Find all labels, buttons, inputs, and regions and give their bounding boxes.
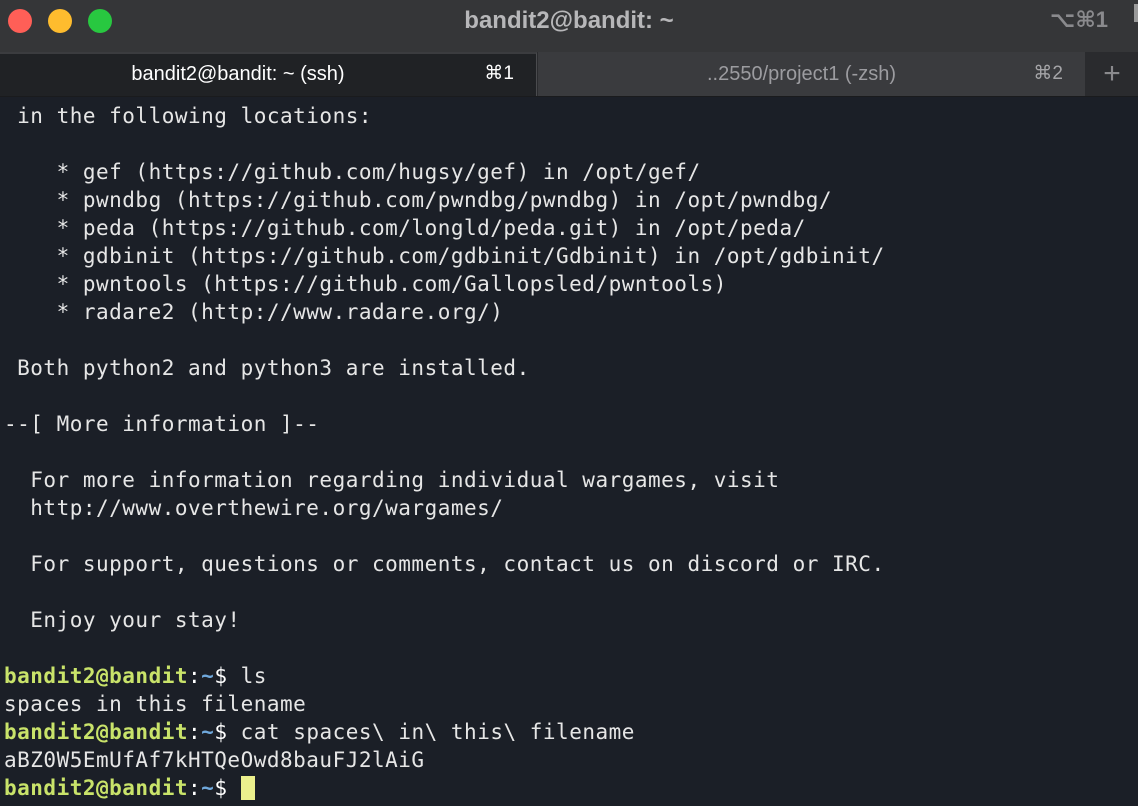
prompt-directory: ~ xyxy=(201,776,215,800)
window-title: bandit2@bandit: ~ xyxy=(464,7,674,34)
window-edge xyxy=(1134,4,1138,22)
terminal-window: bandit2@bandit: ~ ⌥⌘1 bandit2@bandit: ~ … xyxy=(0,0,1138,806)
prompt-line: bandit2@bandit:~$ cat spaces\ in\ this\ … xyxy=(4,718,635,746)
terminal-line: For support, questions or comments, cont… xyxy=(4,552,885,576)
terminal-line: * gdbinit (https://github.com/gdbinit/Gd… xyxy=(4,244,885,268)
prompt-user: bandit2@bandit xyxy=(4,720,189,744)
prompt-line[interactable]: bandit2@bandit:~$ xyxy=(4,774,255,802)
text-cursor xyxy=(240,776,255,800)
tab-bar: bandit2@bandit: ~ (ssh) ⌘1 ..2550/projec… xyxy=(0,52,1138,97)
title-bar[interactable]: bandit2@bandit: ~ ⌥⌘1 xyxy=(0,0,1138,52)
tab-label: ..2550/project1 (-zsh) xyxy=(707,63,896,85)
prompt-suffix: $ xyxy=(214,720,241,744)
prompt-line: bandit2@bandit:~$ ls xyxy=(4,662,267,690)
prompt-suffix: $ xyxy=(214,776,241,800)
tab-project1-zsh[interactable]: ..2550/project1 (-zsh) ⌘2 xyxy=(538,52,1086,96)
command-output: aBZ0W5EmUfAf7kHTQeOwd8bauFJ2lAiG xyxy=(4,748,425,772)
new-tab-button[interactable]: + xyxy=(1086,52,1138,96)
terminal-line: --[ More information ]-- xyxy=(4,412,320,436)
terminal-line: * peda (https://github.com/longld/peda.g… xyxy=(4,216,806,240)
terminal-line: * gef (https://github.com/hugsy/gef) in … xyxy=(4,160,701,184)
tab-label: bandit2@bandit: ~ (ssh) xyxy=(131,63,345,85)
tab-shortcut: ⌘2 xyxy=(1033,63,1063,84)
terminal-line: For more information regarding individua… xyxy=(4,468,780,492)
window-shortcut: ⌥⌘1 xyxy=(1050,7,1108,32)
terminal-line: Both python2 and python3 are installed. xyxy=(4,356,530,380)
prompt-separator: : xyxy=(188,776,202,800)
terminal-line: * pwntools (https://github.com/Gallopsle… xyxy=(4,272,727,296)
prompt-user: bandit2@bandit xyxy=(4,664,189,688)
prompt-separator: : xyxy=(188,720,202,744)
tab-bandit-ssh[interactable]: bandit2@bandit: ~ (ssh) ⌘1 xyxy=(0,52,537,96)
terminal-line: http://www.overthewire.org/wargames/ xyxy=(4,496,504,520)
terminal-output[interactable]: in the following locations: * gef (https… xyxy=(0,97,1138,806)
prompt-suffix: $ xyxy=(214,664,241,688)
command-output: spaces in this filename xyxy=(4,692,307,716)
command-text: ls xyxy=(240,664,267,688)
tab-shortcut: ⌘1 xyxy=(484,63,514,84)
prompt-directory: ~ xyxy=(201,720,215,744)
prompt-user: bandit2@bandit xyxy=(4,776,189,800)
terminal-line: * radare2 (http://www.radare.org/) xyxy=(4,300,504,324)
prompt-directory: ~ xyxy=(201,664,215,688)
terminal-line: in the following locations: xyxy=(4,104,373,128)
terminal-line: * pwndbg (https://github.com/pwndbg/pwnd… xyxy=(4,188,833,212)
terminal-line: Enjoy your stay! xyxy=(4,608,241,632)
prompt-separator: : xyxy=(188,664,202,688)
command-text: cat spaces\ in\ this\ filename xyxy=(240,720,635,744)
